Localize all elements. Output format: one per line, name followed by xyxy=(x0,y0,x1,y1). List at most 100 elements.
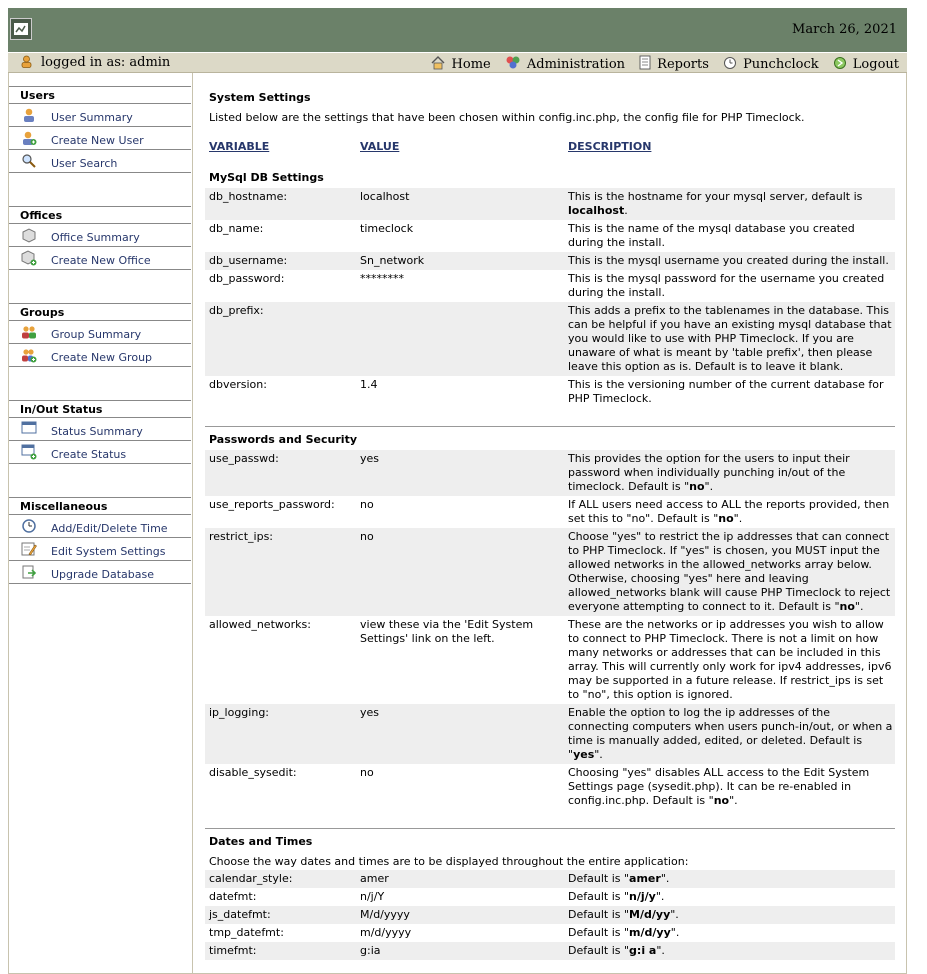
setting-value: no xyxy=(360,498,374,511)
nav-reports-label[interactable]: Reports xyxy=(657,57,709,72)
sidebar-section-title: In/Out Status xyxy=(9,400,191,418)
nav-logout-label[interactable]: Logout xyxy=(853,57,899,72)
table-row: allowed_networks: view these via the 'Edi… xyxy=(205,616,895,704)
setting-variable: db_hostname: xyxy=(209,190,288,203)
administration-icon xyxy=(505,55,521,74)
nav-home-link[interactable]: Home xyxy=(430,56,491,72)
sidebar-item-label[interactable]: Create New User xyxy=(51,134,144,147)
sidebar-item-label[interactable]: Create New Group xyxy=(51,351,152,364)
setting-description: This is the mysql password for the usern… xyxy=(568,272,885,299)
table-row: db_password: ******** This is the mysql pa… xyxy=(205,270,895,302)
setting-value: Sn_network xyxy=(360,254,425,267)
sidebar-item-create-status[interactable]: Create Status xyxy=(9,441,191,464)
user-icon xyxy=(20,55,33,72)
column-header-value[interactable]: VALUE xyxy=(360,140,399,153)
sidebar-item-create-new-user[interactable]: Create New User xyxy=(9,127,191,150)
reports-icon xyxy=(639,55,651,74)
setting-value: no xyxy=(360,530,374,543)
setting-variable: tmp_datefmt: xyxy=(209,926,284,939)
sidebar-item-label[interactable]: Upgrade Database xyxy=(51,568,154,581)
setting-value: view these via the 'Edit System Settings… xyxy=(360,618,534,645)
sidebar-item-add-edit-delete-time[interactable]: Add/Edit/Delete Time xyxy=(9,515,191,538)
sidebar-item-label[interactable]: User Summary xyxy=(51,111,133,124)
sidebar-section-title: Groups xyxy=(9,303,191,321)
setting-description: This is the name of the mysql database y… xyxy=(568,222,855,249)
column-header-description[interactable]: DESCRIPTION xyxy=(568,140,651,153)
setting-variable: restrict_ips: xyxy=(209,530,274,543)
sidebar-item-status-summary[interactable]: Status Summary xyxy=(9,418,191,441)
page-intro: Listed below are the settings that have … xyxy=(209,111,805,124)
sidebar-item-group-summary[interactable]: Group Summary xyxy=(9,321,191,344)
sidebar-item-label[interactable]: User Search xyxy=(51,157,117,170)
table-row: use_reports_password: no If ALL users need… xyxy=(205,496,895,528)
setting-variable: dbversion: xyxy=(209,378,267,391)
user-info: logged in as: admin xyxy=(20,55,170,72)
group-icon xyxy=(21,324,37,343)
page-title: System Settings xyxy=(209,91,311,104)
table-row: datefmt: n/j/Y Default is "n/j/y". xyxy=(205,888,895,906)
setting-description: Default is "n/j/y". xyxy=(568,890,665,903)
setting-value: amer xyxy=(360,872,389,885)
setting-value: g:ia xyxy=(360,944,381,957)
setting-variable: db_prefix: xyxy=(209,304,264,317)
setting-description: Default is "m/d/yy". xyxy=(568,926,680,939)
setting-variable: js_datefmt: xyxy=(209,908,271,921)
sidebar-item-label[interactable]: Office Summary xyxy=(51,231,140,244)
setting-variable: db_password: xyxy=(209,272,285,285)
search-icon xyxy=(21,153,37,172)
setting-value: 1.4 xyxy=(360,378,378,391)
sidebar-item-label[interactable]: Create New Office xyxy=(51,254,151,267)
sidebar-item-label[interactable]: Edit System Settings xyxy=(51,545,165,558)
table-row: timefmt: g:ia Default is "g:i a". xyxy=(205,942,895,960)
setting-description: This is the versioning number of the cur… xyxy=(568,378,884,405)
add-group-icon xyxy=(21,347,37,366)
sidebar-item-office-summary[interactable]: Office Summary xyxy=(9,224,191,247)
setting-description: If ALL users need access to ALL the repo… xyxy=(568,498,890,525)
table-row: db_username: Sn_network This is the mysql … xyxy=(205,252,895,270)
sidebar-item-label[interactable]: Group Summary xyxy=(51,328,141,341)
section-title-dates: Dates and Times xyxy=(209,835,313,848)
database-upgrade-icon xyxy=(21,564,37,583)
sidebar-item-label[interactable]: Add/Edit/Delete Time xyxy=(51,522,168,535)
nav-bar: logged in as: admin Home Administration … xyxy=(8,52,907,73)
table-row: tmp_datefmt: m/d/yyyy Default is "m/d/yy". xyxy=(205,924,895,942)
setting-description: Enable the option to log the ip addresse… xyxy=(568,706,893,761)
sidebar-item-user-search[interactable]: User Search xyxy=(9,150,191,173)
logout-icon xyxy=(833,56,847,74)
section-subtitle-dates: Choose the way dates and times are to be… xyxy=(209,855,689,868)
nav-logout-link[interactable]: Logout xyxy=(833,57,899,72)
logged-in-label: logged in as: admin xyxy=(41,55,171,70)
setting-variable: use_reports_password: xyxy=(209,498,335,511)
clock-icon xyxy=(723,56,737,74)
table-row: calendar_style: amer Default is "amer". xyxy=(205,870,895,888)
table-row: db_hostname: localhost This is the hostnam… xyxy=(205,188,895,220)
setting-value: no xyxy=(360,766,374,779)
setting-variable: timefmt: xyxy=(209,944,257,957)
sidebar-item-create-new-group[interactable]: Create New Group xyxy=(9,344,191,367)
table-row: db_name: timeclock This is the name of the… xyxy=(205,220,895,252)
setting-value: M/d/yyyy xyxy=(360,908,410,921)
sidebar-item-edit-system-settings[interactable]: Edit System Settings xyxy=(9,538,191,561)
add-status-icon xyxy=(21,444,37,463)
setting-description: This adds a prefix to the tablenames in … xyxy=(568,304,892,373)
section-divider xyxy=(205,828,895,829)
sidebar-item-user-summary[interactable]: User Summary xyxy=(9,104,191,127)
setting-value: timeclock xyxy=(360,222,414,235)
nav-punchclock-link[interactable]: Punchclock xyxy=(723,57,819,72)
user-icon xyxy=(21,107,37,126)
setting-variable: db_username: xyxy=(209,254,288,267)
setting-description: Default is "amer". xyxy=(568,872,670,885)
top-banner: March 26, 2021 xyxy=(8,8,907,52)
content-frame: Users User Summary Create New User User … xyxy=(8,73,907,974)
setting-value: yes xyxy=(360,452,380,465)
nav-administration-link[interactable]: Administration xyxy=(505,55,625,74)
nav-reports-link[interactable]: Reports xyxy=(639,55,709,74)
sidebar-item-upgrade-database[interactable]: Upgrade Database xyxy=(9,561,191,584)
sidebar-item-create-new-office[interactable]: Create New Office xyxy=(9,247,191,270)
nav-punchclock-label[interactable]: Punchclock xyxy=(743,57,819,72)
nav-administration-label[interactable]: Administration xyxy=(527,57,625,72)
column-header-variable[interactable]: VARIABLE xyxy=(209,140,269,153)
sidebar-item-label[interactable]: Create Status xyxy=(51,448,126,461)
nav-home-label[interactable]: Home xyxy=(452,57,491,72)
sidebar-item-label[interactable]: Status Summary xyxy=(51,425,143,438)
